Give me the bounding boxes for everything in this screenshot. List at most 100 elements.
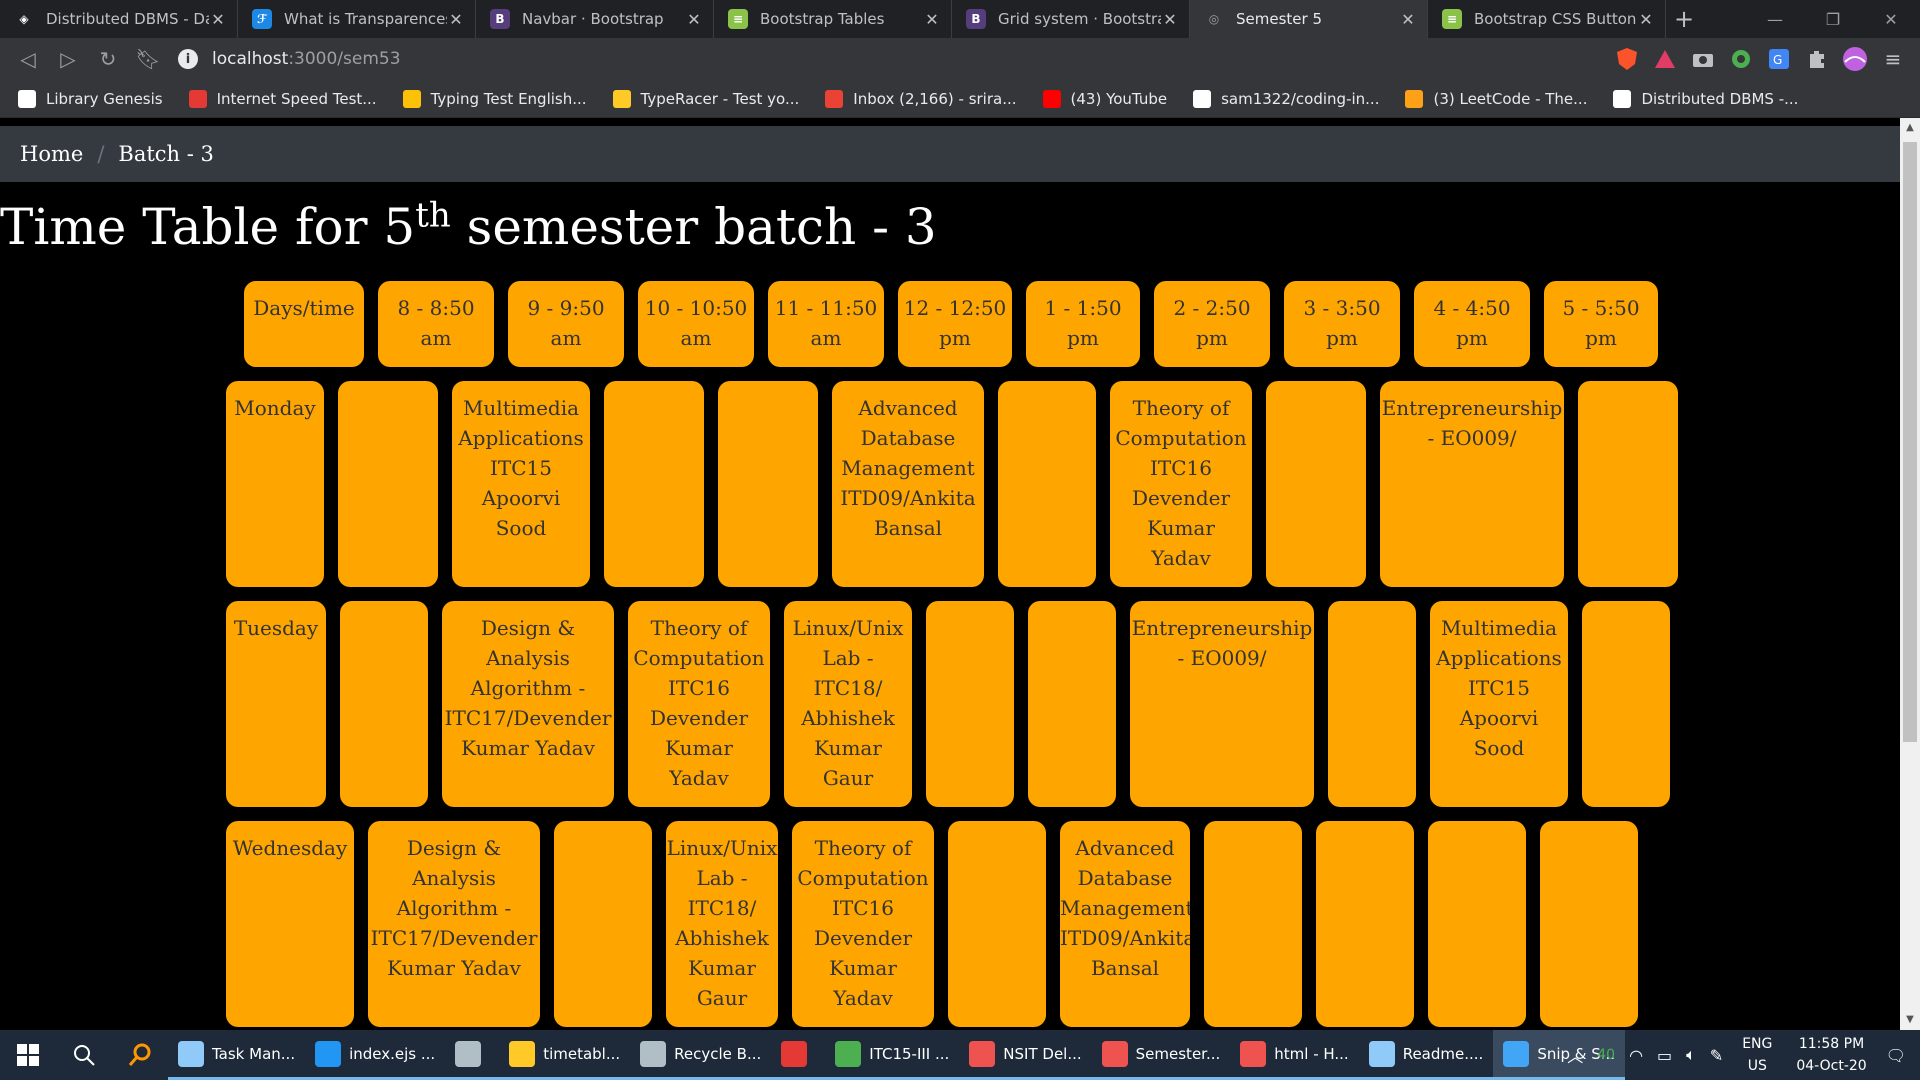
tab-title: Bootstrap Tables xyxy=(760,10,885,28)
clock[interactable]: 11:58 PM 04-Oct-20 xyxy=(1796,1033,1866,1077)
taskbar-app[interactable]: NSIT Del... xyxy=(959,1030,1092,1080)
scroll-down-icon[interactable]: ▼ xyxy=(1900,1010,1920,1030)
bookmark-item[interactable]: Library Genesis xyxy=(18,89,163,108)
menu-icon[interactable]: ≡ xyxy=(1878,44,1908,74)
timetable-cell: Design & Analysis Algorithm - ITC17/Deve… xyxy=(368,821,540,1027)
camera-icon[interactable] xyxy=(1688,44,1718,74)
page-scrollbar[interactable]: ▲ ▼ xyxy=(1900,118,1920,1030)
timetable-cell: Design & Analysis Algorithm - ITC17/Deve… xyxy=(442,601,614,807)
taskbar-app-icon xyxy=(1240,1040,1267,1067)
address-bar[interactable]: i localhost:3000/sem53 xyxy=(178,45,1578,73)
bookmark-label: sam1322/coding-in... xyxy=(1221,89,1380,108)
brave-rewards-icon[interactable] xyxy=(1650,44,1680,74)
taskbar-app-icon xyxy=(969,1040,996,1067)
close-window-icon[interactable]: ✕ xyxy=(1862,0,1920,38)
browser-tab[interactable]: B Navbar · Bootstrap ✕ xyxy=(476,0,714,38)
minimize-icon[interactable]: — xyxy=(1746,0,1804,38)
browser-tab[interactable]: ◈ Distributed DBMS - Data✕ xyxy=(0,0,238,38)
tab-strip: ◈Distributed DBMS - Data✕ℱWhat is Transp… xyxy=(0,0,1920,38)
timetable-time-slot: 4 - 4:50 pm xyxy=(1414,281,1530,367)
browser-tab[interactable]: ≡ Bootstrap Tables ✕ xyxy=(714,0,952,38)
bookmark-item[interactable]: Distributed DBMS -... xyxy=(1613,89,1798,108)
translate-icon[interactable]: G xyxy=(1764,44,1794,74)
new-tab-button[interactable]: + xyxy=(1666,0,1702,38)
timetable-cell xyxy=(338,381,438,587)
page-title: Time Table for 5th semester batch - 3 xyxy=(0,195,937,256)
scroll-thumb[interactable] xyxy=(1903,142,1917,742)
timetable-cell xyxy=(998,381,1096,587)
back-icon[interactable]: ◁ xyxy=(8,39,48,79)
bookmark-label: Internet Speed Test... xyxy=(216,89,377,108)
wifi-icon[interactable]: ◠ xyxy=(1629,1046,1643,1065)
reload-icon[interactable]: ↻ xyxy=(88,39,128,79)
extensions-area: G ≡ xyxy=(1608,38,1920,80)
timetable-cell: Multimedia Applications ITC15 Apoorvi So… xyxy=(452,381,590,587)
tab-close-icon[interactable]: ✕ xyxy=(1161,10,1179,29)
browser-tab[interactable]: ◎ Semester 5 ✕ xyxy=(1190,0,1428,38)
bookmark-item[interactable]: (3) LeetCode - The... xyxy=(1405,89,1587,108)
timetable-cell xyxy=(718,381,818,587)
taskbar-app[interactable] xyxy=(771,1030,826,1080)
taskbar-app[interactable]: Semester... xyxy=(1091,1030,1231,1080)
battery-icon[interactable]: ▭ xyxy=(1657,1046,1672,1065)
taskbar-app[interactable]: timetabl... xyxy=(499,1030,631,1080)
browser-tab[interactable]: ℱ What is Transparences in✕ xyxy=(238,0,476,38)
timetable-time-slot: 9 - 9:50 am xyxy=(508,281,624,367)
bookmark-favicon-icon xyxy=(188,89,207,108)
extensions-puzzle-icon[interactable] xyxy=(1802,44,1832,74)
tab-favicon-icon: B xyxy=(966,9,986,29)
bookmark-item[interactable]: TypeRacer - Test yo... xyxy=(612,89,800,108)
taskbar-app[interactable]: index.ejs ... xyxy=(305,1030,446,1080)
forward-icon[interactable]: ▷ xyxy=(48,39,88,79)
bookmark-item[interactable]: Inbox (2,166) - srira... xyxy=(825,89,1017,108)
tab-close-icon[interactable]: ✕ xyxy=(685,10,703,29)
bookmark-icon[interactable]: 🔖︎ xyxy=(128,39,168,79)
notifications-icon[interactable]: 🗨︎ xyxy=(1886,1046,1906,1065)
language-indicator[interactable]: ENG US xyxy=(1742,1033,1772,1077)
color-picker-icon[interactable] xyxy=(1726,44,1756,74)
taskbar-app[interactable]: ITC15-III ... xyxy=(825,1030,960,1080)
taskbar-app[interactable] xyxy=(445,1030,500,1080)
timetable-cell: Multimedia Applications ITC15 Apoorvi So… xyxy=(1430,601,1568,807)
taskbar-app[interactable]: Readme.... xyxy=(1358,1030,1494,1080)
bookmark-label: (43) YouTube xyxy=(1070,89,1168,108)
browser-tab[interactable]: B Grid system · Bootstrap ✕ xyxy=(952,0,1190,38)
taskbar-app[interactable]: Task Man... xyxy=(168,1030,306,1080)
scroll-up-icon[interactable]: ▲ xyxy=(1900,118,1920,138)
tray-chevron-icon[interactable]: ︿ xyxy=(1567,1043,1583,1067)
bookmark-label: TypeRacer - Test yo... xyxy=(640,89,800,108)
brave-shield-icon[interactable] xyxy=(1612,44,1642,74)
pen-icon[interactable]: ✎ xyxy=(1710,1046,1723,1065)
bookmark-item[interactable]: (43) YouTube xyxy=(1042,89,1168,108)
bookmark-item[interactable]: Internet Speed Test... xyxy=(188,89,377,108)
bookmark-favicon-icon xyxy=(1042,89,1061,108)
timetable-cell: Entrepreneurship - EO009/ xyxy=(1380,381,1564,587)
bookmark-item[interactable]: Typing Test English... xyxy=(402,89,587,108)
timetable-cell xyxy=(1540,821,1638,1027)
tab-close-icon[interactable]: ✕ xyxy=(447,10,465,29)
bookmark-item[interactable]: sam1322/coding-in... xyxy=(1193,89,1380,108)
profile-avatar[interactable] xyxy=(1840,44,1870,74)
tray-number[interactable]: 40 xyxy=(1597,1047,1615,1063)
tab-close-icon[interactable]: ✕ xyxy=(923,10,941,29)
taskbar-app[interactable]: Recycle B... xyxy=(630,1030,772,1080)
taskbar-app[interactable]: html - H... xyxy=(1230,1030,1359,1080)
timetable-time-slot: 8 - 8:50 am xyxy=(378,281,494,367)
bookmark-favicon-icon xyxy=(825,89,844,108)
tab-close-icon[interactable]: ✕ xyxy=(1637,10,1655,29)
tab-close-icon[interactable]: ✕ xyxy=(1399,10,1417,29)
browser-tab[interactable]: ≡ Bootstrap CSS Buttons R✕ xyxy=(1428,0,1666,38)
taskbar-app-label: Task Man... xyxy=(212,1044,296,1063)
restore-icon[interactable]: ❐ xyxy=(1804,0,1862,38)
breadcrumb-home[interactable]: Home xyxy=(20,142,83,166)
volume-icon[interactable]: 🔈︎ xyxy=(1686,1045,1696,1065)
tab-close-icon[interactable]: ✕ xyxy=(209,10,227,29)
url-text[interactable]: localhost:3000/sem53 xyxy=(212,49,401,69)
site-info-icon[interactable]: i xyxy=(178,49,198,69)
start-icon[interactable] xyxy=(0,1030,56,1080)
taskbar-app-label: Recycle B... xyxy=(674,1044,762,1063)
taskbar-apps: Task Man... index.ejs ... timetabl... Recyc… xyxy=(168,1030,1626,1080)
everything-search-icon[interactable] xyxy=(112,1030,168,1080)
tab-title: What is Transparences in xyxy=(284,10,447,28)
search-icon[interactable] xyxy=(56,1030,112,1080)
